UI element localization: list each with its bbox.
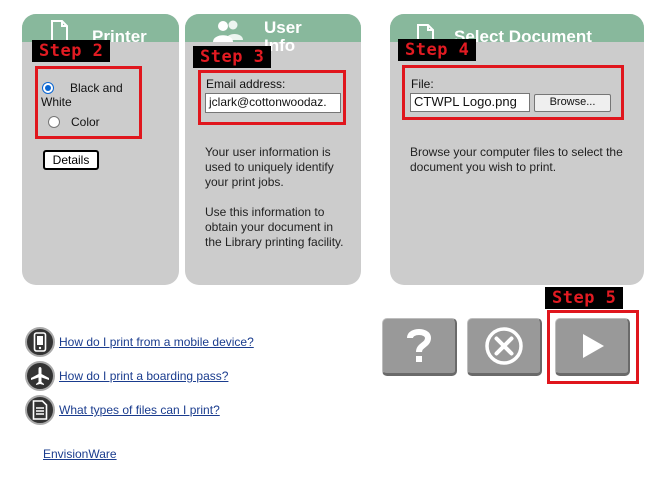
link-mobile-printing[interactable]: How do I print from a mobile device?	[25, 327, 254, 357]
document-icon	[51, 20, 68, 42]
step3-highlight	[198, 70, 346, 125]
user-info-help-2: Use this information to obtain your docu…	[205, 205, 344, 249]
step5-highlight	[547, 310, 639, 384]
user-info-help-1: Your user information is used to uniquel…	[205, 145, 334, 189]
step5-label: Step 5	[545, 287, 624, 309]
question-mark-icon	[407, 329, 432, 362]
step2-label: Step 2	[32, 40, 111, 62]
user-info-panel-title-line1: User	[264, 18, 302, 37]
envisionware-link[interactable]: EnvisionWare	[43, 447, 117, 461]
select-document-help: Browse your computer files to select the…	[410, 145, 623, 174]
link-boarding-pass[interactable]: How do I print a boarding pass?	[25, 361, 228, 391]
link-boarding-pass-text[interactable]: How do I print a boarding pass?	[59, 369, 228, 383]
cancel-circle-icon	[485, 327, 523, 365]
step2-highlight	[35, 66, 142, 139]
help-button[interactable]	[382, 318, 457, 376]
link-file-types-text[interactable]: What types of files can I print?	[59, 403, 220, 417]
step4-highlight	[402, 65, 624, 120]
step3-label: Step 3	[193, 46, 272, 68]
printer-panel-header: Printer	[22, 14, 179, 45]
file-icon	[25, 395, 55, 425]
select-document-panel-header: Select Document	[390, 14, 644, 46]
cancel-button[interactable]	[467, 318, 542, 376]
details-button[interactable]: Details	[43, 150, 99, 170]
user-info-panel-header: User Info	[185, 14, 361, 54]
link-file-types[interactable]: What types of files can I print?	[25, 395, 220, 425]
airplane-icon	[25, 361, 55, 391]
mobile-phone-icon	[25, 327, 55, 357]
step4-label: Step 4	[398, 39, 477, 61]
users-icon	[213, 20, 243, 42]
link-mobile-printing-text[interactable]: How do I print from a mobile device?	[59, 335, 254, 349]
